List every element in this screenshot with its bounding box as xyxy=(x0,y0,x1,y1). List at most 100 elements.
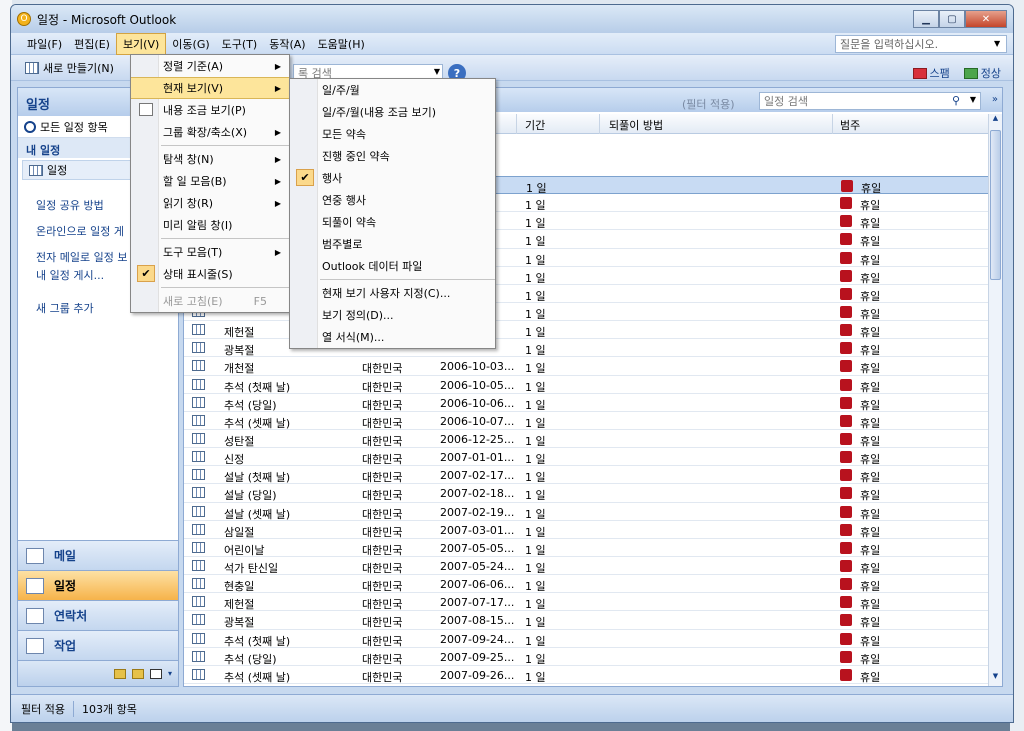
preview-pane-icon xyxy=(139,103,153,116)
table-row[interactable]: 추석 (첫째 날) 대한민국 2007-09-24... 1 일 휴일 xyxy=(184,630,989,648)
search-icon[interactable]: ⚲ xyxy=(952,94,960,107)
scroll-up-icon[interactable]: ▲ xyxy=(989,114,1002,128)
table-row[interactable]: 추석 (당일) 대한민국 2007-09-25... 1 일 휴일 xyxy=(184,648,989,666)
minimize-button[interactable]: ▁ xyxy=(913,10,939,28)
view-menu-item[interactable]: 정렬 기준(A) ▶ xyxy=(131,55,289,77)
calendar-search-input[interactable]: 일정 검색 ⚲ ▼ xyxy=(759,92,981,110)
title-bar[interactable]: O 일정 - Microsoft Outlook ▁ ▢ ✕ xyxy=(11,5,1013,33)
view-menu-item[interactable]: 도구 모음(T) ▶ xyxy=(131,241,289,263)
nav-button-contacts[interactable]: 연락처 xyxy=(18,600,178,630)
table-row[interactable]: 광복절 대한민국 2007-08-15... 1 일 휴일 xyxy=(184,611,989,630)
table-row[interactable]: 추석 (첫째 날) 대한민국 2006-10-05... 1 일 휴일 xyxy=(184,376,989,394)
column-categories[interactable]: 범주 xyxy=(840,117,860,133)
current-view-item[interactable]: 일/주/월(내용 조금 보기) xyxy=(290,101,495,123)
view-menu-item[interactable]: 내용 조금 보기(P) xyxy=(131,99,289,121)
category-color-icon xyxy=(840,324,852,337)
scrollbar-thumb[interactable] xyxy=(990,130,1001,280)
current-view-item[interactable]: 보기 정의(D)... xyxy=(290,304,495,326)
cell-duration: 1 일 xyxy=(525,416,546,430)
table-row[interactable]: 개천절 대한민국 2006-10-03... 1 일 휴일 xyxy=(184,357,989,376)
menu-tools[interactable]: 도구(T) xyxy=(216,34,264,54)
current-view-item[interactable]: 일/주/월 xyxy=(290,79,495,101)
current-view-item[interactable]: 연중 행사 xyxy=(290,189,495,211)
close-button[interactable]: ✕ xyxy=(965,10,1007,28)
cell-category: 휴일 xyxy=(860,253,881,267)
current-view-item[interactable]: 열 서식(M)... xyxy=(290,326,495,348)
nav-buttons: 메일 일정 연락처 작업 ▾ xyxy=(18,540,178,686)
calendar-icon xyxy=(26,577,44,594)
outlook-app-icon[interactable]: O xyxy=(17,12,31,26)
not-junk-button[interactable]: 정상 xyxy=(960,63,1005,83)
menu-help[interactable]: 도움말(H) xyxy=(312,34,371,54)
current-view-item[interactable]: 모든 약속 xyxy=(290,123,495,145)
menu-file[interactable]: 파일(F) xyxy=(21,34,68,54)
menu-view[interactable]: 보기(V) xyxy=(115,32,167,55)
view-menu-item[interactable]: 탐색 창(N) ▶ xyxy=(131,148,289,170)
table-row[interactable]: 석가 탄신일 대한민국 2007-05-24... 1 일 휴일 xyxy=(184,557,989,576)
menu-go[interactable]: 이동(G) xyxy=(166,34,215,54)
table-row[interactable]: 추석 (셋째 날) 대한민국 2007-09-26... 1 일 휴일 xyxy=(184,666,989,684)
cell-duration: 1 일 xyxy=(525,307,546,321)
view-menu-item[interactable]: 미리 알림 창(I) xyxy=(131,214,289,236)
table-row[interactable]: 어린이날 대한민국 2007-05-05... 1 일 휴일 xyxy=(184,539,989,557)
chevron-down-icon[interactable]: ▼ xyxy=(970,95,976,104)
nav-button-calendar[interactable]: 일정 xyxy=(18,570,178,600)
table-row[interactable]: 설날 (셋째 날) 대한민국 2007-02-19... 1 일 휴일 xyxy=(184,503,989,521)
cell-duration: 1 일 xyxy=(525,199,546,213)
column-divider[interactable] xyxy=(599,114,600,134)
mail-icon xyxy=(26,547,44,564)
table-row[interactable]: 추석 (셋째 날) 대한민국 2006-10-07... 1 일 휴일 xyxy=(184,412,989,430)
menu-edit[interactable]: 편집(E) xyxy=(68,34,116,54)
view-menu-item[interactable]: 현재 보기(V) ▶ xyxy=(131,77,289,99)
view-menu-item[interactable]: 할 일 모음(B) ▶ xyxy=(131,170,289,192)
notes-icon[interactable] xyxy=(113,668,126,679)
view-menu-item[interactable]: 새로 고침(E) F5 xyxy=(131,290,289,312)
folder-icon[interactable] xyxy=(131,668,144,679)
cell-duration: 1 일 xyxy=(525,598,546,612)
cell-subject: 설날 (당일) xyxy=(224,489,277,503)
maximize-button[interactable]: ▢ xyxy=(939,10,965,28)
table-row[interactable]: 신정 대한민국 2007-01-01... 1 일 휴일 xyxy=(184,448,989,467)
cell-start: 2007-08-15... xyxy=(440,614,515,628)
current-view-item[interactable]: 되풀이 약속 xyxy=(290,211,495,233)
vertical-scrollbar[interactable]: ▲ ▼ xyxy=(988,114,1002,686)
chevron-down-icon[interactable]: ▼ xyxy=(994,39,1006,48)
table-row[interactable]: 현충일 대한민국 2007-06-06... 1 일 휴일 xyxy=(184,575,989,594)
current-view-item[interactable]: 진행 중인 약속 xyxy=(290,145,495,167)
cell-category: 휴일 xyxy=(860,670,881,684)
table-row[interactable]: 추석 (당일) 대한민국 2006-10-06... 1 일 휴일 xyxy=(184,394,989,412)
junk-button[interactable]: 스팸 xyxy=(909,63,954,83)
cell-subject: 설날 (첫째 날) xyxy=(224,471,291,485)
current-view-item[interactable]: 현재 보기 사용자 지정(C)... xyxy=(290,282,495,304)
scroll-down-icon[interactable]: ▼ xyxy=(989,672,1002,686)
table-row[interactable]: 설날 (당일) 대한민국 2007-02-18... 1 일 휴일 xyxy=(184,484,989,503)
table-row[interactable]: 성탄절 대한민국 2006-12-25... 1 일 휴일 xyxy=(184,430,989,449)
cell-category: 휴일 xyxy=(860,217,881,231)
current-view-item[interactable]: 범주별로 xyxy=(290,233,495,255)
view-menu-item[interactable]: 읽기 창(R) ▶ xyxy=(131,192,289,214)
column-duration[interactable]: 기간 xyxy=(525,117,545,133)
cell-duration: 1 일 xyxy=(525,235,546,249)
menu-actions[interactable]: 동작(A) xyxy=(263,34,311,54)
current-view-item[interactable]: ✔ 행사 xyxy=(290,167,495,189)
column-divider[interactable] xyxy=(516,114,517,134)
help-question-input[interactable]: 질문을 입력하십시오. ▼ xyxy=(835,34,1007,53)
chevron-down-icon[interactable]: ▼ xyxy=(434,67,440,76)
table-row[interactable]: 제헌절 대한민국 2007-07-17... 1 일 휴일 xyxy=(184,593,989,612)
view-menu-item[interactable]: ✔ 상태 표시줄(S) xyxy=(131,263,289,285)
shortcuts-icon[interactable] xyxy=(149,668,162,679)
new-button-label: 새로 만들기(N) xyxy=(43,61,114,75)
current-view-item[interactable]: Outlook 데이터 파일 xyxy=(290,255,495,277)
column-divider[interactable] xyxy=(832,114,833,134)
table-row[interactable]: 설날 (첫째 날) 대한민국 2007-02-17... 1 일 휴일 xyxy=(184,466,989,485)
column-recurrence[interactable]: 되풀이 방법 xyxy=(609,117,663,133)
submenu-arrow-icon: ▶ xyxy=(274,61,281,71)
cell-location: 대한민국 xyxy=(362,434,403,448)
configure-buttons-icon[interactable]: ▾ xyxy=(168,669,172,678)
table-row[interactable]: 삼일절 대한민국 2007-03-01... 1 일 휴일 xyxy=(184,521,989,539)
expand-search-icon[interactable]: » xyxy=(992,94,998,105)
nav-button-mail[interactable]: 메일 xyxy=(18,540,178,570)
nav-button-tasks[interactable]: 작업 xyxy=(18,630,178,660)
view-menu-item[interactable]: 그룹 확장/축소(X) ▶ xyxy=(131,121,289,143)
new-button[interactable]: 새로 만들기(N) xyxy=(21,58,118,78)
